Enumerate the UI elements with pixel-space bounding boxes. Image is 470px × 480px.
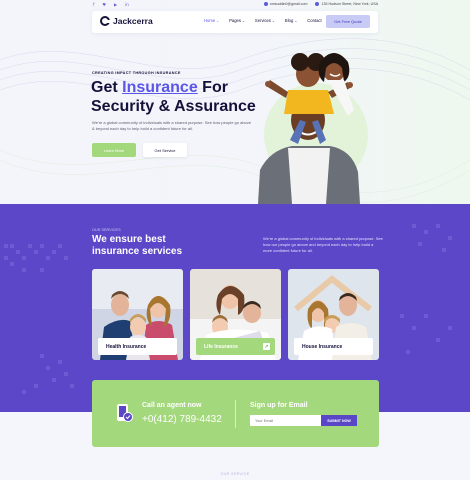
card-caption: Life Insurance ↗	[196, 338, 275, 355]
services-description: We're a global community of individuals …	[263, 236, 383, 253]
title-highlight: Insurance	[122, 79, 198, 96]
service-card-house[interactable]: House Insurance	[288, 269, 379, 360]
nav-label: Contact	[307, 18, 322, 23]
submit-button[interactable]: SUBMIT NOW	[321, 415, 357, 426]
signup-email-label: Sign up for Email	[250, 402, 308, 409]
mail-icon	[264, 2, 269, 6]
youtube-icon[interactable]: ▶	[114, 2, 117, 7]
top-bar: f ♥ ▶ in smsuddin0@gmail.com 135 Hudson …	[0, 0, 470, 10]
chevron-down-icon: ⌄	[241, 18, 245, 23]
chevron-down-icon: ⌄	[216, 18, 220, 23]
main-header: Jackcerra Home ⌄ Pages ⌄ Services ⌄ Blog ⌄ C…	[92, 11, 378, 33]
contact-cta-box: Call an agent now +0(412) 789-4432 Sign …	[92, 380, 379, 447]
nav-item-home[interactable]: Home ⌄	[204, 18, 219, 23]
email-field[interactable]	[250, 415, 321, 426]
cta-divider	[235, 400, 236, 428]
service-card-life[interactable]: Life Insurance ↗	[190, 269, 281, 360]
logo[interactable]: Jackcerra	[100, 16, 153, 26]
services-title: We ensure best insurance services	[92, 234, 183, 257]
card-label: House Insurance	[302, 343, 343, 350]
location-icon	[315, 2, 320, 6]
chevron-down-icon: ⌄	[271, 18, 275, 23]
nav-item-services[interactable]: Services ⌄	[255, 18, 275, 23]
nav-item-pages[interactable]: Pages ⌄	[229, 18, 245, 23]
learn-more-button[interactable]: Learn More	[92, 143, 136, 157]
heart-icon[interactable]: ♥	[102, 2, 106, 7]
linkedin-icon[interactable]: in	[125, 2, 129, 7]
nav-label: Home	[204, 18, 216, 23]
service-card-health[interactable]: Health Insurance	[92, 269, 183, 360]
main-nav: Home ⌄ Pages ⌄ Services ⌄ Blog ⌄ Contact	[204, 18, 322, 23]
card-caption: Health Insurance	[98, 338, 177, 355]
title-part: For	[197, 79, 228, 96]
nav-label: Services	[254, 18, 271, 23]
card-label: Health Insurance	[106, 343, 147, 350]
chevron-down-icon: ⌄	[294, 18, 298, 23]
top-email[interactable]: smsuddin0@gmail.com	[270, 2, 307, 6]
nav-item-contact[interactable]: Contact	[307, 18, 321, 23]
card-label: Life Insurance	[204, 343, 238, 350]
hero-description: We're a global community of individuals …	[92, 120, 252, 131]
nav-item-blog[interactable]: Blog ⌄	[285, 18, 297, 23]
nav-label: Blog	[284, 18, 294, 23]
call-agent-label: Call an agent now	[142, 402, 202, 409]
services-eyebrow: OUR SERVICES	[92, 228, 121, 232]
contact-info: smsuddin0@gmail.com 135 Hudson Street, N…	[264, 2, 378, 6]
hero-family-photo	[258, 53, 368, 204]
agent-phone-number[interactable]: +0(412) 789-4432	[142, 414, 222, 425]
next-section-eyebrow: OUR SERVICE	[220, 472, 250, 476]
arrow-right-icon[interactable]: ↗	[263, 343, 270, 350]
phone-shield-icon	[117, 404, 133, 422]
title-part: Get	[91, 79, 123, 96]
get-quote-button[interactable]: Get Free Quote	[326, 15, 370, 28]
top-address: 135 Hudson Street, New York, USA	[321, 2, 378, 6]
social-links: f ♥ ▶ in	[93, 2, 129, 7]
nav-label: Pages	[229, 18, 241, 23]
card-caption: House Insurance	[294, 338, 373, 355]
hero-eyebrow: CREATING IMPACT THROUGH INSURANCE	[92, 71, 181, 75]
get-service-button[interactable]: Get Service	[143, 143, 187, 157]
logo-text: Jackcerra	[113, 16, 153, 26]
logo-mark-icon	[100, 16, 110, 26]
facebook-icon[interactable]: f	[93, 2, 94, 7]
